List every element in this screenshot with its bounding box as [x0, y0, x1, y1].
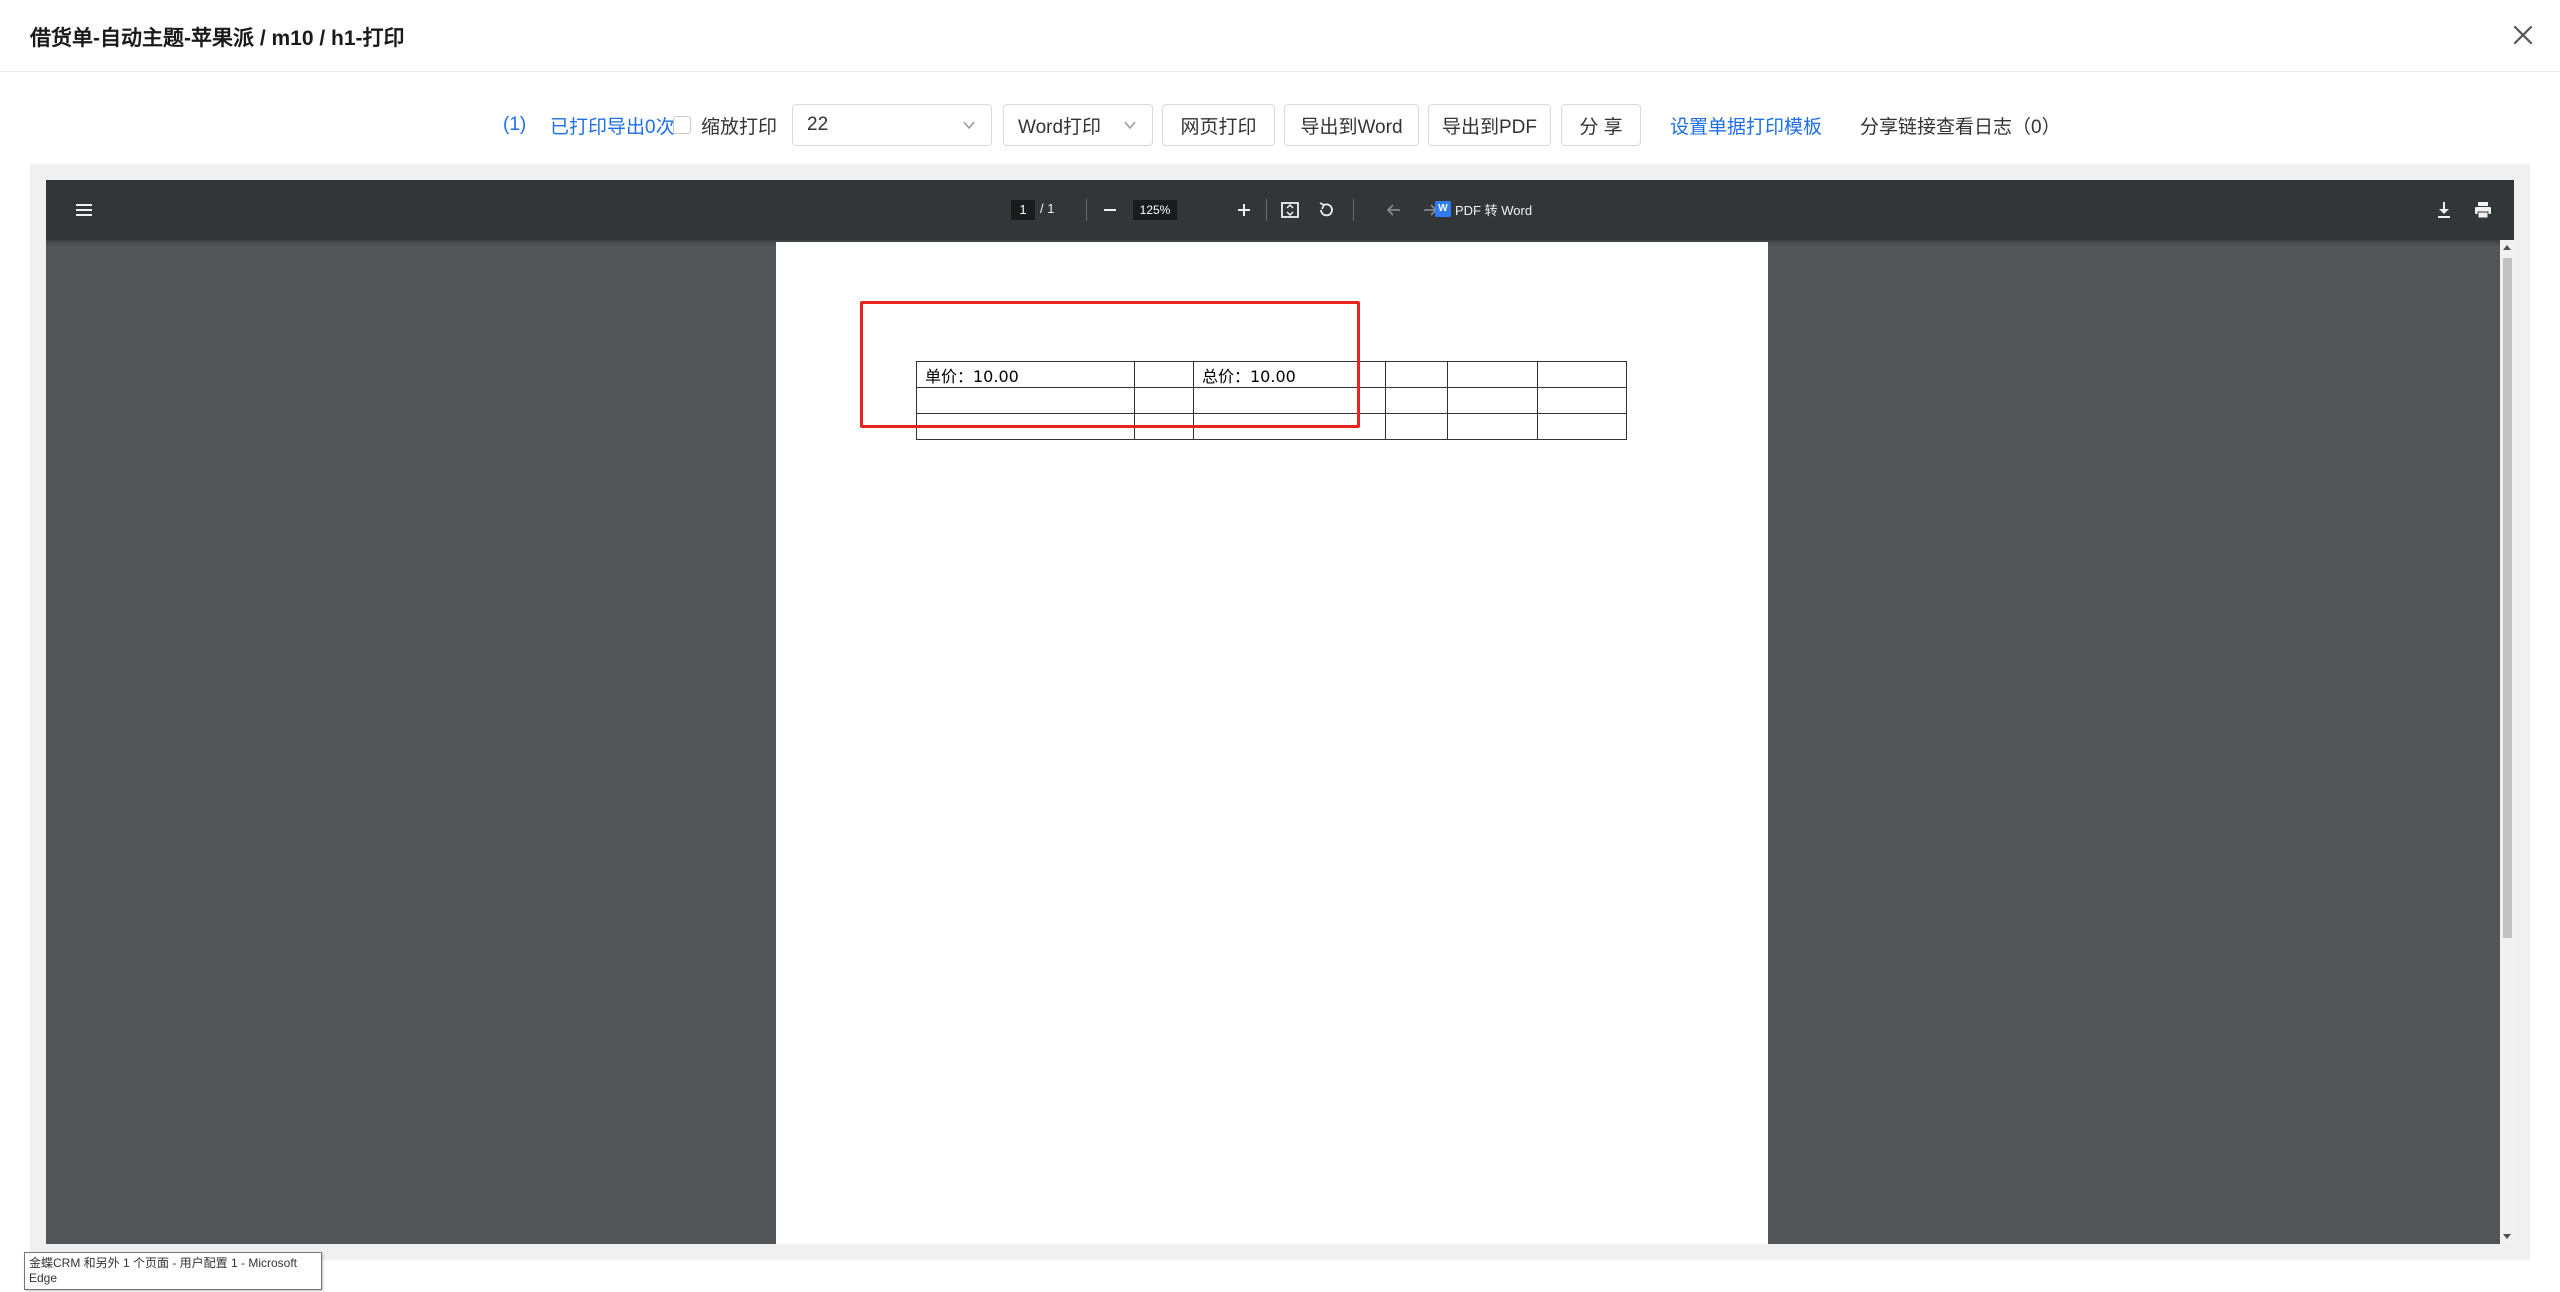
printed-times-link[interactable]: 已打印导出0次	[550, 104, 675, 146]
page-number-input[interactable]: 1	[1011, 200, 1035, 220]
template-select[interactable]: 22	[792, 104, 992, 146]
rotate-icon[interactable]	[1315, 199, 1337, 221]
tooltip-line: Edge	[29, 1271, 58, 1285]
print-count-link[interactable]: (1)	[503, 104, 526, 146]
table-cell	[1537, 413, 1627, 440]
zoom-out-icon[interactable]	[1100, 200, 1120, 220]
checkbox-box[interactable]	[673, 116, 691, 134]
share-button[interactable]: 分 享	[1561, 104, 1641, 146]
menu-icon[interactable]	[73, 199, 95, 221]
fit-page-icon[interactable]	[1279, 199, 1301, 221]
close-icon	[2513, 25, 2533, 45]
export-pdf-button[interactable]: 导出到PDF	[1428, 104, 1551, 146]
table-cell	[1447, 387, 1538, 414]
scroll-down-arrow-icon[interactable]	[2502, 1231, 2512, 1241]
more-icon[interactable]	[2513, 199, 2514, 221]
toolbar-divider	[1266, 199, 1267, 221]
close-button[interactable]	[2508, 20, 2538, 50]
toolbar-divider	[1353, 199, 1354, 221]
page-total: / 1	[1040, 201, 1055, 216]
table-cell	[1447, 361, 1538, 388]
table-cell	[1385, 361, 1448, 388]
word-app-icon: W	[1435, 201, 1451, 217]
print-toolbar: (1) 已打印导出0次 缩放打印 22 Word打印 网页打印 导出到Word …	[0, 104, 2560, 150]
toolbar-divider	[1086, 199, 1087, 221]
scroll-up-arrow-icon[interactable]	[2502, 243, 2512, 253]
scale-print-checkbox[interactable]: 缩放打印	[673, 104, 777, 146]
pdf-page: 单价：10.00 总价：10.00	[776, 242, 1768, 1244]
zoom-level-input[interactable]: 125%	[1133, 200, 1177, 220]
table-cell	[1385, 387, 1448, 414]
download-icon[interactable]	[2433, 199, 2455, 221]
export-word-button[interactable]: 导出到Word	[1284, 104, 1419, 146]
scale-print-label: 缩放打印	[701, 116, 778, 138]
template-select-value: 22	[807, 114, 829, 135]
share-log-link[interactable]: 分享链接查看日志（0）	[1860, 104, 2061, 146]
print-icon[interactable]	[2472, 199, 2494, 221]
vertical-scrollbar[interactable]	[2500, 240, 2514, 1244]
print-mode-select-value: Word打印	[1018, 116, 1102, 138]
dialog-title: 借货单-自动主题-苹果派 / m10 / h1-打印	[30, 27, 405, 50]
tooltip-line: 金蝶CRM 和另外 1 个页面 - 用户配置 1 - Microsoft	[29, 1256, 298, 1270]
chevron-down-icon	[963, 121, 975, 130]
table-cell	[1537, 387, 1627, 414]
template-settings-link[interactable]: 设置单据打印模板	[1670, 104, 1822, 146]
taskbar-tooltip: 金蝶CRM 和另外 1 个页面 - 用户配置 1 - Microsoft Edg…	[24, 1252, 322, 1290]
table-cell	[1447, 413, 1538, 440]
pdf-toolbar: 1 / 1 125% W PDF 转 Word	[46, 180, 2514, 240]
print-mode-select[interactable]: Word打印	[1003, 104, 1153, 146]
pdf-to-word-button[interactable]: W PDF 转 Word	[1435, 198, 1532, 220]
table-cell	[1537, 361, 1627, 388]
table-cell	[1385, 413, 1448, 440]
pdf-viewer: 1 / 1 125% W PDF 转 Word 单价：10.00 总价：10.0…	[46, 180, 2514, 1244]
web-print-button[interactable]: 网页打印	[1162, 104, 1275, 146]
scrollbar-thumb[interactable]	[2503, 258, 2512, 938]
pdf-to-word-label: PDF 转 Word	[1455, 202, 1533, 218]
annotation-highlight-box	[860, 301, 1360, 428]
prev-page-icon[interactable]	[1384, 200, 1404, 220]
chevron-down-icon	[1124, 121, 1136, 130]
zoom-in-icon[interactable]	[1234, 200, 1254, 220]
dialog-header: 借货单-自动主题-苹果派 / m10 / h1-打印	[0, 0, 2560, 72]
